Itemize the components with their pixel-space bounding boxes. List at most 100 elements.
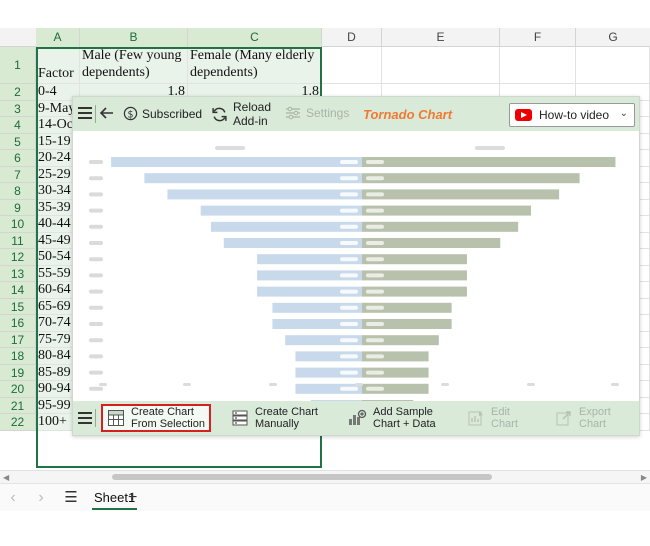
- row-header-12[interactable]: 12: [0, 249, 36, 266]
- row-header-17[interactable]: 17: [0, 331, 36, 348]
- bottom-hamburger-icon[interactable]: [77, 404, 93, 432]
- settings-button[interactable]: Settings: [285, 106, 349, 120]
- column-header-e[interactable]: E: [382, 28, 500, 47]
- right-bar: [362, 205, 531, 216]
- create-chart-from-selection-button[interactable]: Create Chart From Selection: [101, 404, 211, 432]
- row-header-15[interactable]: 15: [0, 298, 36, 315]
- cell-empty[interactable]: [382, 47, 500, 84]
- category-label-placeholder: [89, 386, 103, 391]
- create-selection-label-1: Create Chart: [131, 406, 194, 418]
- edit-label-2: Chart: [491, 418, 518, 430]
- sheet-list-icon[interactable]: ☰: [62, 487, 80, 509]
- row-header-4[interactable]: 4: [0, 117, 36, 134]
- right-value-label-placeholder: [366, 192, 384, 197]
- left-value-label-placeholder: [340, 322, 358, 326]
- youtube-icon: [515, 109, 532, 121]
- row-header-11[interactable]: 11: [0, 232, 36, 249]
- row-header-18[interactable]: 18: [0, 348, 36, 365]
- row-header-5[interactable]: 5: [0, 133, 36, 150]
- row-header-22[interactable]: 22: [0, 414, 36, 431]
- column-header-g[interactable]: G: [576, 28, 650, 47]
- table-grid-icon: [108, 410, 124, 426]
- prev-sheet-icon[interactable]: ‹: [4, 487, 22, 509]
- hamburger-icon[interactable]: [77, 106, 93, 120]
- next-sheet-icon[interactable]: ›: [32, 487, 50, 509]
- row-header-13[interactable]: 13: [0, 265, 36, 282]
- left-bar: [144, 173, 362, 184]
- left-value-label-placeholder: [340, 241, 358, 245]
- chevron-down-icon: ⌄: [619, 108, 628, 119]
- edit-chart-button[interactable]: Edit Chart: [467, 404, 518, 432]
- column-header-row: A B C D E F G: [0, 28, 650, 47]
- sheet-tab-bar: ‹ › ☰ Sheet1 +: [0, 483, 650, 511]
- column-header-a[interactable]: A: [36, 28, 80, 47]
- tornado-chart-preview: [89, 146, 619, 410]
- chart-preview-area: [73, 131, 639, 410]
- category-label-placeholder: [89, 354, 103, 359]
- row-header-19[interactable]: 19: [0, 364, 36, 381]
- axis-tick-placeholder: [99, 383, 107, 386]
- axis-tick-placeholder: [269, 383, 277, 386]
- right-value-label-placeholder: [366, 370, 384, 375]
- reload-addin-button[interactable]: Reload Add-in: [211, 100, 271, 128]
- action-divider: [95, 409, 96, 427]
- right-value-label-placeholder: [366, 273, 384, 278]
- legend-placeholder-right: [475, 146, 505, 150]
- left-value-label-placeholder: [340, 338, 358, 343]
- left-bar: [111, 157, 362, 167]
- row-header-10[interactable]: 10: [0, 216, 36, 233]
- column-header-c[interactable]: C: [188, 28, 322, 47]
- reload-label-2: Add-in: [233, 114, 268, 128]
- row-header-8[interactable]: 8: [0, 183, 36, 200]
- subscribed-label: Subscribed: [142, 106, 203, 121]
- row-header-3[interactable]: 3: [0, 100, 36, 117]
- how-to-video-dropdown[interactable]: How-to video ⌄: [509, 103, 635, 127]
- row-header-20[interactable]: 20: [0, 381, 36, 398]
- add-sample-chart-button[interactable]: Add Sample Chart + Data: [347, 404, 436, 432]
- settings-label: Settings: [306, 106, 350, 120]
- left-bar: [210, 221, 362, 232]
- category-label-placeholder: [89, 338, 103, 343]
- row-header-7[interactable]: 7: [0, 166, 36, 183]
- cell-empty[interactable]: [322, 47, 382, 84]
- left-value-label-placeholder: [340, 273, 358, 278]
- row-header-2[interactable]: 2: [0, 84, 36, 101]
- row-header-21[interactable]: 21: [0, 397, 36, 414]
- category-label-placeholder: [89, 305, 103, 310]
- axis-tick-placeholder: [611, 383, 619, 386]
- column-header-d[interactable]: D: [322, 28, 382, 47]
- subscribed-button[interactable]: $ Subscribed: [123, 106, 202, 121]
- arrow-left-icon[interactable]: [99, 105, 115, 121]
- row-header-6[interactable]: 6: [0, 150, 36, 167]
- horizontal-scrollbar[interactable]: ◀ ▶: [0, 470, 650, 483]
- cell-empty[interactable]: [576, 47, 650, 84]
- category-label-placeholder: [89, 370, 103, 375]
- right-value-label-placeholder: [366, 354, 384, 359]
- export-label-2: Chart: [579, 418, 606, 430]
- right-value-label-placeholder: [366, 289, 384, 294]
- cell-b1[interactable]: Male (Few young dependents): [80, 47, 188, 84]
- row-header-1[interactable]: 1: [0, 47, 36, 84]
- scrollbar-thumb[interactable]: [112, 474, 492, 480]
- legend-placeholder-left: [215, 146, 245, 150]
- cell-c1[interactable]: Female (Many elderly dependents): [188, 47, 322, 84]
- row-header-14[interactable]: 14: [0, 282, 36, 299]
- export-chart-button[interactable]: Export Chart: [555, 404, 611, 432]
- cell-empty[interactable]: [500, 47, 576, 84]
- add-sample-label-2: Chart + Data: [373, 418, 436, 430]
- category-label-placeholder: [89, 241, 103, 245]
- row-header-16[interactable]: 16: [0, 315, 36, 332]
- left-value-label-placeholder: [340, 224, 358, 229]
- add-sheet-button[interactable]: +: [128, 487, 137, 509]
- column-header-b[interactable]: B: [80, 28, 188, 47]
- column-header-f[interactable]: F: [500, 28, 576, 47]
- right-value-label-placeholder: [366, 241, 384, 245]
- cell-a1[interactable]: Factor: [36, 47, 80, 84]
- create-chart-manually-button[interactable]: Create Chart Manually: [231, 404, 318, 432]
- how-to-video-label: How-to video: [539, 108, 610, 122]
- create-selection-label-2: From Selection: [131, 418, 205, 430]
- row-header-9[interactable]: 9: [0, 199, 36, 216]
- create-manual-label-1: Create Chart: [255, 406, 318, 418]
- category-label-placeholder: [89, 322, 103, 326]
- tornado-chart-addin-panel: $ Subscribed Reload Add-in Settings Torn…: [72, 96, 640, 436]
